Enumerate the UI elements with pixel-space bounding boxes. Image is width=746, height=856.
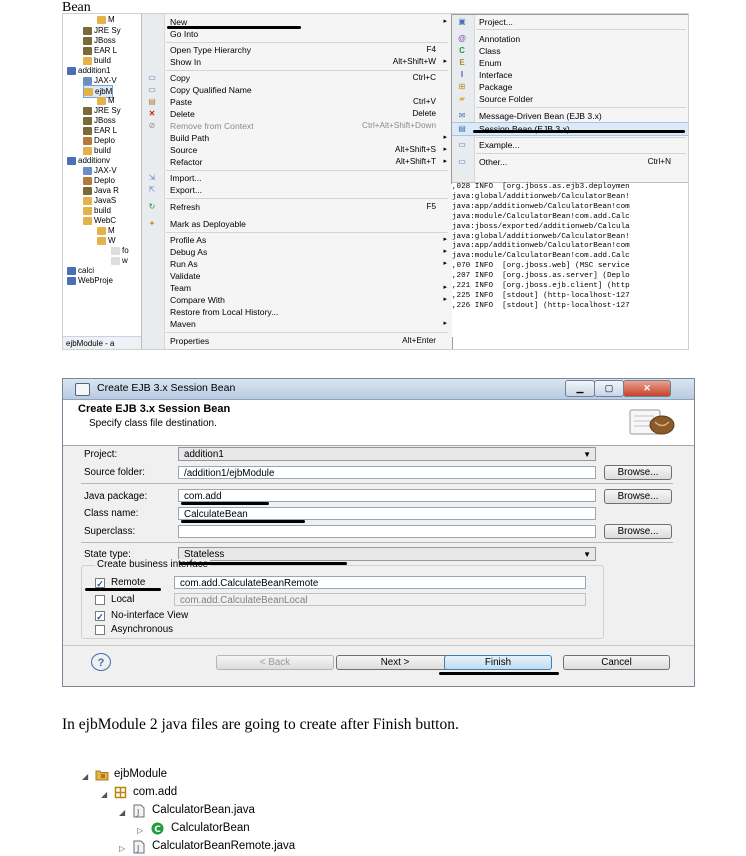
tree-node-java-file[interactable]: CalculatorBeanRemote.java: [152, 840, 295, 852]
svg-text:J: J: [136, 844, 139, 853]
collapsed-arrow-icon[interactable]: ▷: [137, 826, 143, 835]
tree-node-package[interactable]: com.add: [133, 786, 177, 798]
source-folder-icon: [95, 770, 109, 781]
collapsed-arrow-icon[interactable]: ▷: [119, 844, 125, 853]
ejb-module-tree: ◢ ejbModule ◢ com.add ◢ J CalculatorBean…: [0, 0, 746, 856]
tree-node-java-file[interactable]: CalculatorBean.java: [152, 804, 255, 816]
expanded-arrow-icon[interactable]: ◢: [119, 808, 125, 817]
svg-text:C: C: [154, 825, 161, 835]
tree-node-class[interactable]: CalculatorBean: [171, 822, 250, 834]
class-icon: C: [151, 822, 164, 835]
tree-node-ejbmodule[interactable]: ejbModule: [114, 768, 167, 780]
svg-text:J: J: [136, 808, 139, 817]
java-file-icon: J: [133, 840, 145, 854]
expanded-arrow-icon[interactable]: ◢: [82, 772, 88, 781]
expanded-arrow-icon[interactable]: ◢: [101, 790, 107, 799]
java-file-icon: J: [133, 804, 145, 818]
package-icon: [114, 786, 127, 799]
